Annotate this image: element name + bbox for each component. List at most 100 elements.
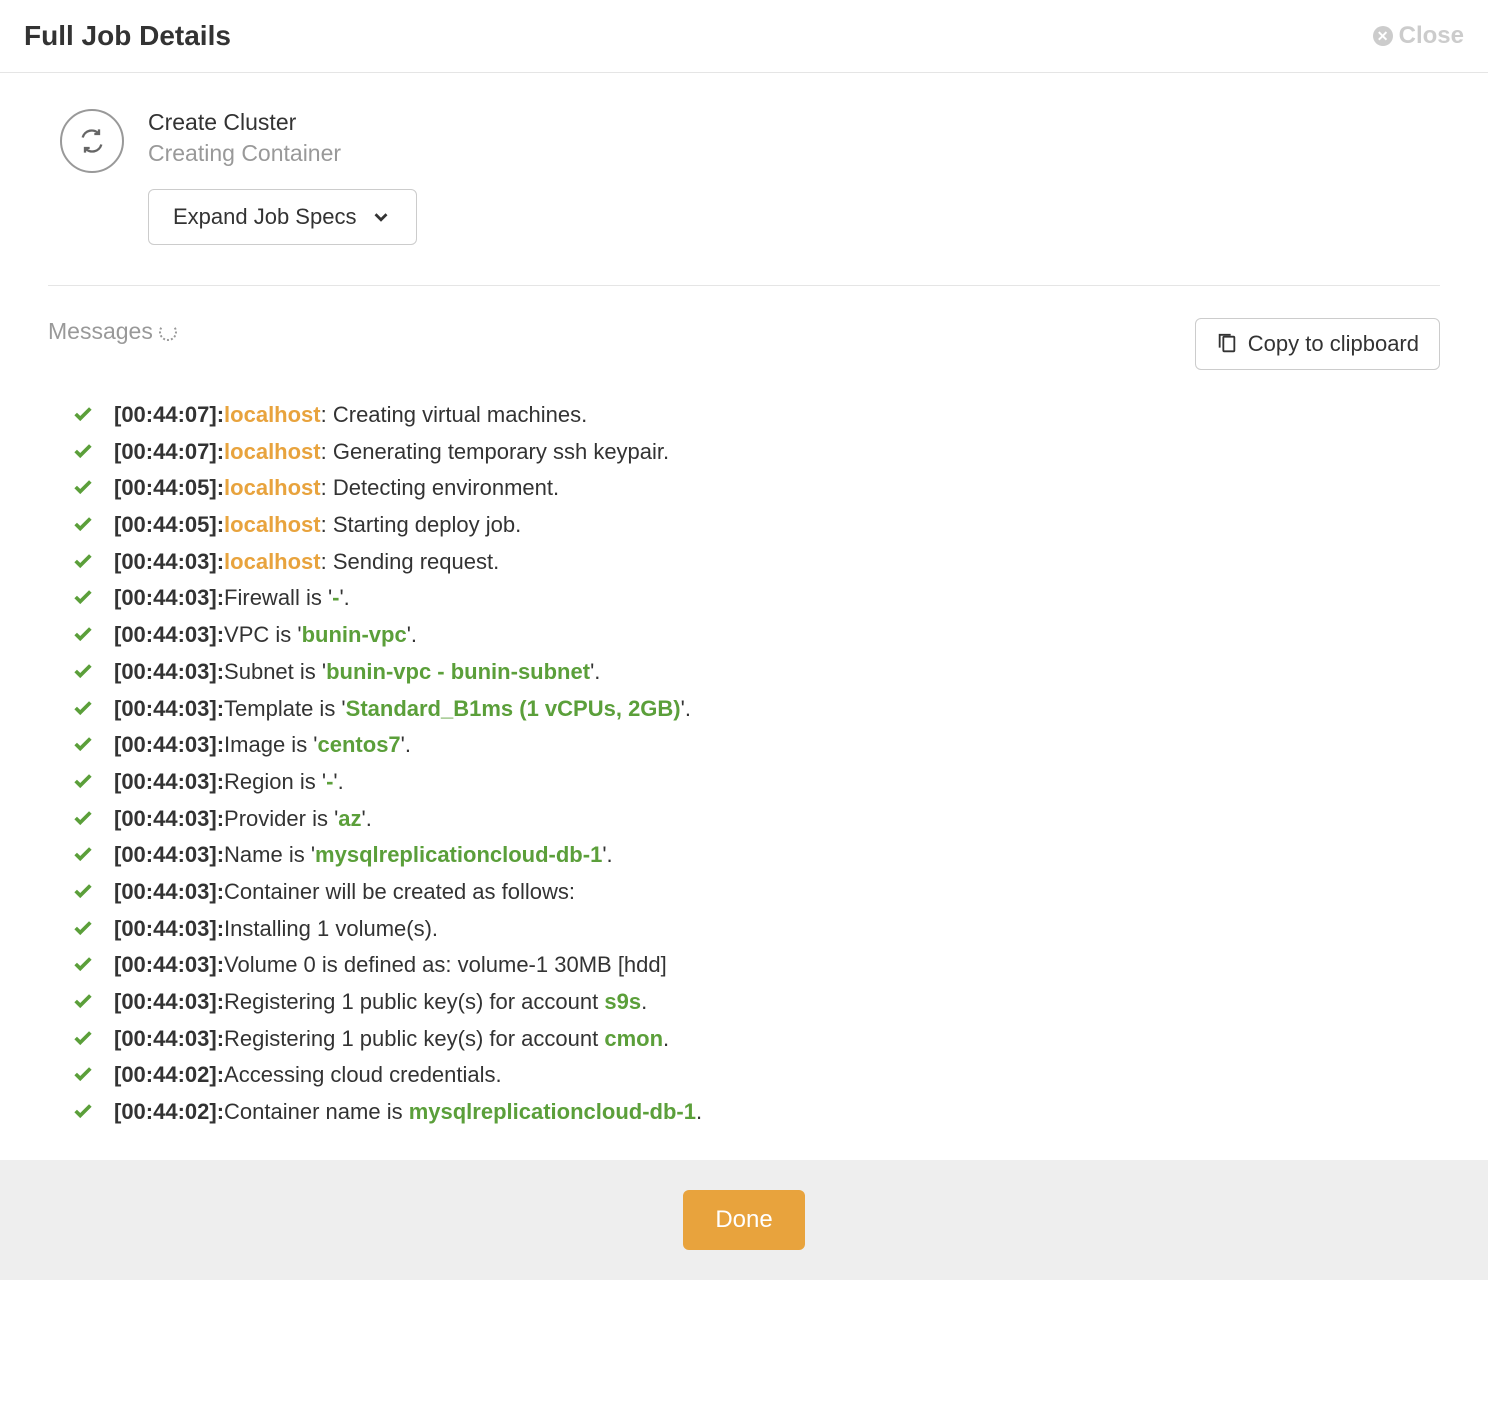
check-icon — [72, 770, 96, 800]
check-icon — [72, 880, 96, 910]
check-icon — [72, 1100, 96, 1130]
modal-footer: Done — [0, 1160, 1488, 1280]
close-label: Close — [1399, 22, 1464, 50]
message-timestamp: [00:44:03]: — [114, 842, 224, 867]
message-host: localhost — [224, 549, 321, 574]
message-item: [00:44:02]:Container name is mysqlreplic… — [72, 1095, 1440, 1132]
chevron-down-icon — [370, 206, 392, 228]
check-icon — [72, 440, 96, 470]
message-item: [00:44:03]:Region is '-'. — [72, 765, 1440, 802]
message-item: [00:44:03]:Registering 1 public key(s) f… — [72, 985, 1440, 1022]
check-icon — [72, 1027, 96, 1057]
check-icon — [72, 586, 96, 616]
expand-label: Expand Job Specs — [173, 204, 356, 230]
message-body: [00:44:03]:Volume 0 is defined as: volum… — [114, 950, 1440, 980]
expand-job-specs-button[interactable]: Expand Job Specs — [148, 189, 417, 245]
message-item: [00:44:03]:Installing 1 volume(s). — [72, 912, 1440, 949]
check-icon — [72, 1063, 96, 1093]
job-title: Create Cluster — [148, 109, 417, 136]
message-body: [00:44:03]:Registering 1 public key(s) f… — [114, 1024, 1440, 1054]
message-value: centos7 — [318, 732, 401, 757]
message-item: [00:44:03]:Volume 0 is defined as: volum… — [72, 948, 1440, 985]
modal-header: Full Job Details ✕ Close — [0, 0, 1488, 73]
message-item: [00:44:07]:localhost: Generating tempora… — [72, 435, 1440, 472]
message-timestamp: [00:44:03]: — [114, 696, 224, 721]
message-item: [00:44:03]:Registering 1 public key(s) f… — [72, 1022, 1440, 1059]
message-body: [00:44:05]:localhost: Starting deploy jo… — [114, 510, 1440, 540]
message-host: localhost — [224, 402, 321, 427]
check-icon — [72, 513, 96, 543]
message-value: Standard_B1ms (1 vCPUs, 2GB) — [346, 696, 681, 721]
message-body: [00:44:02]:Accessing cloud credentials. — [114, 1060, 1440, 1090]
message-item: [00:44:02]:Accessing cloud credentials. — [72, 1058, 1440, 1095]
message-value: cmon — [604, 1026, 663, 1051]
close-button[interactable]: ✕ Close — [1373, 22, 1464, 50]
done-button[interactable]: Done — [683, 1190, 804, 1250]
messages-header: Messages Copy to clipboard — [48, 318, 1440, 370]
modal-content: Create Cluster Creating Container Expand… — [0, 73, 1488, 1160]
message-body: [00:44:03]:Registering 1 public key(s) f… — [114, 987, 1440, 1017]
message-item: [00:44:03]:Name is 'mysqlreplicationclou… — [72, 838, 1440, 875]
message-timestamp: [00:44:07]: — [114, 439, 224, 464]
message-timestamp: [00:44:03]: — [114, 585, 224, 610]
refresh-icon — [78, 127, 106, 155]
message-body: [00:44:03]:localhost: Sending request. — [114, 547, 1440, 577]
message-timestamp: [00:44:03]: — [114, 769, 224, 794]
message-timestamp: [00:44:02]: — [114, 1099, 224, 1124]
message-body: [00:44:03]:Image is 'centos7'. — [114, 730, 1440, 760]
message-timestamp: [00:44:03]: — [114, 732, 224, 757]
message-item: [00:44:03]:VPC is 'bunin-vpc'. — [72, 618, 1440, 655]
message-body: [00:44:03]:Name is 'mysqlreplicationclou… — [114, 840, 1440, 870]
message-body: [00:44:03]:Container will be created as … — [114, 877, 1440, 907]
job-status-icon — [60, 109, 124, 173]
message-item: [00:44:05]:localhost: Detecting environm… — [72, 471, 1440, 508]
message-host: localhost — [224, 439, 321, 464]
message-item: [00:44:07]:localhost: Creating virtual m… — [72, 398, 1440, 435]
message-item: [00:44:03]:Provider is 'az'. — [72, 802, 1440, 839]
close-icon: ✕ — [1373, 26, 1393, 46]
message-body: [00:44:03]:Installing 1 volume(s). — [114, 914, 1440, 944]
check-icon — [72, 697, 96, 727]
message-timestamp: [00:44:03]: — [114, 622, 224, 647]
messages-label: Messages — [48, 318, 177, 345]
check-icon — [72, 403, 96, 433]
message-body: [00:44:03]:Provider is 'az'. — [114, 804, 1440, 834]
message-value: bunin-vpc - bunin-subnet — [326, 659, 590, 684]
message-timestamp: [00:44:07]: — [114, 402, 224, 427]
clipboard-icon — [1216, 333, 1238, 355]
check-icon — [72, 807, 96, 837]
messages-list: [00:44:07]:localhost: Creating virtual m… — [48, 398, 1440, 1132]
message-body: [00:44:07]:localhost: Creating virtual m… — [114, 400, 1440, 430]
message-timestamp: [00:44:03]: — [114, 989, 224, 1014]
message-body: [00:44:02]:Container name is mysqlreplic… — [114, 1097, 1440, 1127]
check-icon — [72, 476, 96, 506]
job-info: Create Cluster Creating Container Expand… — [48, 109, 1440, 286]
message-value: az — [338, 806, 361, 831]
message-host: localhost — [224, 512, 321, 537]
check-icon — [72, 550, 96, 580]
message-body: [00:44:03]:Subnet is 'bunin-vpc - bunin-… — [114, 657, 1440, 687]
message-item: [00:44:05]:localhost: Starting deploy jo… — [72, 508, 1440, 545]
message-timestamp: [00:44:03]: — [114, 879, 224, 904]
check-icon — [72, 953, 96, 983]
message-timestamp: [00:44:03]: — [114, 659, 224, 684]
message-item: [00:44:03]:Image is 'centos7'. — [72, 728, 1440, 765]
message-item: [00:44:03]:Template is 'Standard_B1ms (1… — [72, 692, 1440, 729]
message-body: [00:44:03]:Firewall is '-'. — [114, 583, 1440, 613]
message-value: - — [326, 769, 333, 794]
message-value: - — [332, 585, 339, 610]
message-value: mysqlreplicationcloud-db-1 — [315, 842, 602, 867]
copy-to-clipboard-button[interactable]: Copy to clipboard — [1195, 318, 1440, 370]
check-icon — [72, 990, 96, 1020]
check-icon — [72, 660, 96, 690]
message-timestamp: [00:44:03]: — [114, 952, 224, 977]
check-icon — [72, 623, 96, 653]
message-item: [00:44:03]:localhost: Sending request. — [72, 545, 1440, 582]
job-subtitle: Creating Container — [148, 140, 417, 167]
message-timestamp: [00:44:03]: — [114, 916, 224, 941]
message-timestamp: [00:44:03]: — [114, 1026, 224, 1051]
check-icon — [72, 843, 96, 873]
message-value: mysqlreplicationcloud-db-1 — [409, 1099, 696, 1124]
message-timestamp: [00:44:05]: — [114, 475, 224, 500]
check-icon — [72, 733, 96, 763]
